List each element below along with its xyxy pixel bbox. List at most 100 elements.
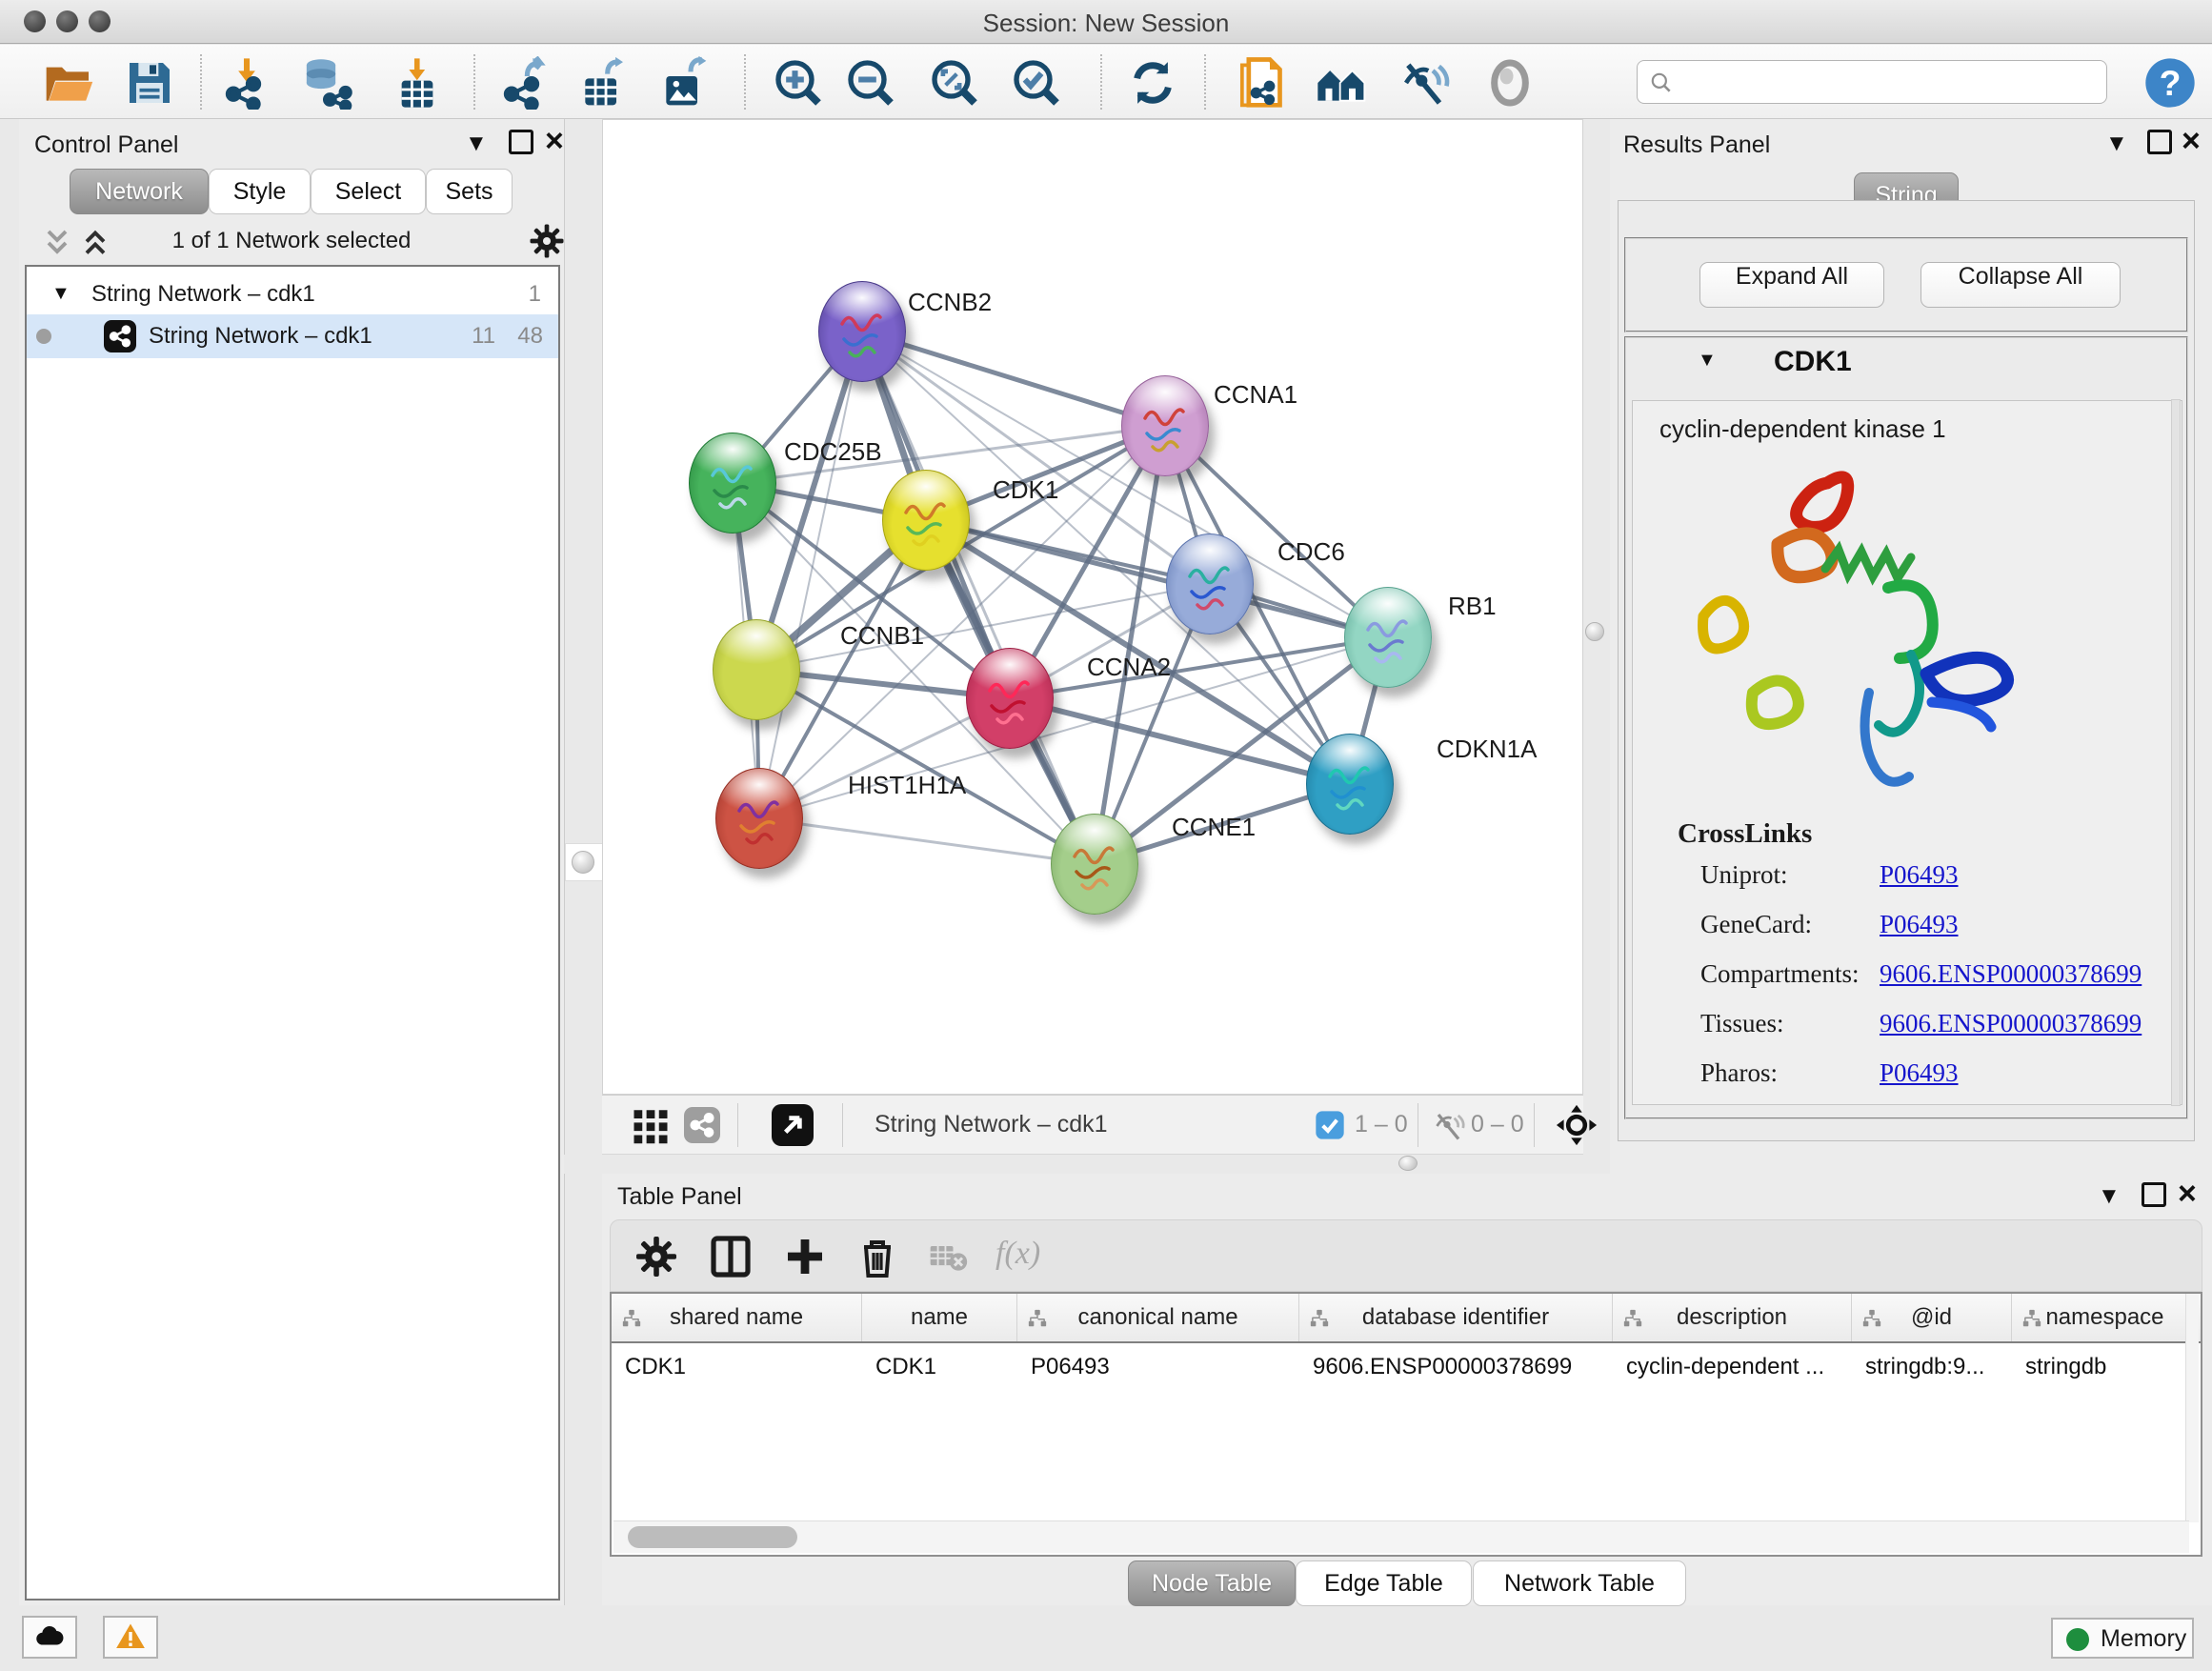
table-panel-close-icon[interactable]: × xyxy=(2178,1181,2197,1206)
control-panel-menu-icon[interactable]: ▼ xyxy=(465,131,488,157)
bottom-splitter[interactable] xyxy=(564,1155,1610,1174)
collection-collapse-icon[interactable]: ▼ xyxy=(51,283,70,305)
cdk1-collapse-icon[interactable]: ▼ xyxy=(1698,350,1717,372)
tab-network-table[interactable]: Network Table xyxy=(1473,1560,1686,1606)
network-node-hist1h1a[interactable] xyxy=(715,768,803,869)
collapse-all-button[interactable]: Collapse All xyxy=(1920,262,2121,308)
birdseye-view-icon[interactable] xyxy=(1555,1103,1599,1147)
network-node-ccnb2[interactable] xyxy=(818,281,906,382)
network-node-cdc25b[interactable] xyxy=(689,433,776,534)
table-cell[interactable]: CDK1 xyxy=(612,1345,862,1391)
hidden-eye-icon[interactable] xyxy=(1433,1109,1467,1141)
import-network-database-button[interactable] xyxy=(301,56,354,110)
delete-column-icon[interactable] xyxy=(855,1234,900,1279)
tab-select[interactable]: Select xyxy=(311,169,426,214)
left-splitter-handle[interactable] xyxy=(572,851,594,874)
network-node-ccnb1[interactable] xyxy=(713,619,800,720)
hide-glyphs-button[interactable] xyxy=(1399,56,1453,110)
network-node-ccna2[interactable] xyxy=(966,648,1054,749)
hscroll-thumb[interactable] xyxy=(628,1526,797,1548)
bottom-splitter-handle[interactable] xyxy=(1398,1156,1418,1171)
node-label-cdkn1a: CDKN1A xyxy=(1437,735,1537,764)
table-cell[interactable]: P06493 xyxy=(1017,1345,1299,1391)
table-settings-gear-icon[interactable] xyxy=(633,1234,679,1279)
tab-edge-table[interactable]: Edge Table xyxy=(1296,1560,1472,1606)
grid-view-icon[interactable] xyxy=(631,1105,671,1145)
column-header-namespace[interactable]: namespace xyxy=(2012,1294,2199,1341)
table-vertical-scrollbar[interactable] xyxy=(2185,1294,2199,1522)
help-button[interactable]: ? xyxy=(2143,56,2197,110)
cloud-status-button[interactable] xyxy=(22,1616,77,1659)
export-image-button[interactable] xyxy=(657,56,711,110)
refresh-view-button[interactable] xyxy=(1126,56,1179,110)
table-cell[interactable]: 9606.ENSP00000378699 xyxy=(1299,1345,1613,1391)
column-header--id[interactable]: @id xyxy=(1852,1294,2012,1341)
import-network-file-button[interactable] xyxy=(220,56,273,110)
open-in-window-icon[interactable] xyxy=(772,1104,814,1146)
column-header-shared-name[interactable]: shared name xyxy=(612,1294,862,1341)
export-table-button[interactable] xyxy=(576,56,630,110)
network-canvas[interactable]: CCNB2CCNA1CDC25BCDK1CDC6RB1CCNB1CCNA2CDK… xyxy=(602,119,1583,1095)
results-panel-menu-icon[interactable]: ▼ xyxy=(2105,131,2128,157)
network-node-ccna1[interactable] xyxy=(1121,375,1209,476)
tab-style[interactable]: Style xyxy=(209,169,311,214)
crosslink-link[interactable]: P06493 xyxy=(1880,1058,1959,1088)
zoom-selected-button[interactable] xyxy=(1010,56,1063,110)
network-node-cdk1[interactable] xyxy=(882,470,970,571)
results-panel-float-icon[interactable] xyxy=(2147,130,2172,154)
column-header-description[interactable]: description xyxy=(1613,1294,1852,1341)
show-glyphs-button[interactable] xyxy=(1483,56,1537,110)
control-panel-close-icon[interactable]: × xyxy=(545,129,564,153)
selected-checkbox-icon[interactable] xyxy=(1315,1110,1345,1140)
network-node-cdkn1a[interactable] xyxy=(1306,734,1394,835)
results-panel-close-icon[interactable]: × xyxy=(2182,129,2201,153)
table-horizontal-scrollbar[interactable] xyxy=(613,1520,2189,1553)
add-column-icon[interactable] xyxy=(782,1234,828,1279)
table-panel-menu-icon[interactable]: ▼ xyxy=(2098,1183,2121,1210)
network-share-badge-icon[interactable] xyxy=(684,1107,720,1143)
results-scrollbar[interactable] xyxy=(2171,399,2181,1106)
table-cell[interactable]: stringdb:9... xyxy=(1852,1345,2012,1391)
network-node-cdc6[interactable] xyxy=(1166,534,1254,634)
tab-sets[interactable]: Sets xyxy=(426,169,513,214)
network-edge[interactable] xyxy=(759,818,1095,864)
network-options-gear-icon[interactable] xyxy=(528,222,566,260)
network-edge[interactable] xyxy=(759,332,862,818)
share-document-button[interactable] xyxy=(1237,56,1290,110)
crosslink-link[interactable]: P06493 xyxy=(1880,860,1959,890)
export-network-button[interactable] xyxy=(498,56,552,110)
expand-all-button[interactable]: Expand All xyxy=(1699,262,1884,308)
network-node-ccne1[interactable] xyxy=(1051,814,1138,915)
left-splitter[interactable] xyxy=(564,119,602,1605)
column-header-name[interactable]: name xyxy=(862,1294,1017,1341)
import-table-file-button[interactable] xyxy=(391,56,444,110)
save-session-button[interactable] xyxy=(123,56,176,110)
warning-status-button[interactable] xyxy=(103,1616,158,1659)
tab-node-table[interactable]: Node Table xyxy=(1128,1560,1296,1606)
zoom-out-button[interactable] xyxy=(844,56,897,110)
crosslink-link[interactable]: 9606.ENSP00000378699 xyxy=(1880,1009,2142,1038)
zoom-in-button[interactable] xyxy=(772,56,825,110)
open-session-button[interactable] xyxy=(42,56,95,110)
show-columns-icon[interactable] xyxy=(708,1234,754,1279)
crosslink-link[interactable]: P06493 xyxy=(1880,910,1959,939)
string-home-button[interactable] xyxy=(1316,56,1369,110)
network-collection-row[interactable]: ▼ String Network – cdk1 1 xyxy=(27,272,558,316)
table-cell[interactable]: cyclin-dependent ... xyxy=(1613,1345,1852,1391)
right-splitter-handle[interactable] xyxy=(1585,622,1604,641)
control-panel-float-icon[interactable] xyxy=(509,130,533,154)
table-cell[interactable]: stringdb xyxy=(2012,1345,2199,1391)
table-cell[interactable]: CDK1 xyxy=(862,1345,1017,1391)
tab-network[interactable]: Network xyxy=(70,169,209,214)
crosslink-link[interactable]: 9606.ENSP00000378699 xyxy=(1880,959,2142,989)
network-row-selected[interactable]: String Network – cdk1 11 48 xyxy=(27,314,558,358)
column-header-database-identifier[interactable]: database identifier xyxy=(1299,1294,1613,1341)
network-node-rb1[interactable] xyxy=(1344,587,1432,688)
table-panel-float-icon[interactable] xyxy=(2142,1182,2166,1207)
column-header-canonical-name[interactable]: canonical name xyxy=(1017,1294,1299,1341)
right-splitter[interactable] xyxy=(1583,119,1610,1174)
search-input[interactable] xyxy=(1681,65,2091,99)
network-edge[interactable] xyxy=(862,332,1165,426)
zoom-fit-button[interactable] xyxy=(928,56,981,110)
memory-button[interactable]: Memory xyxy=(2051,1618,2194,1659)
